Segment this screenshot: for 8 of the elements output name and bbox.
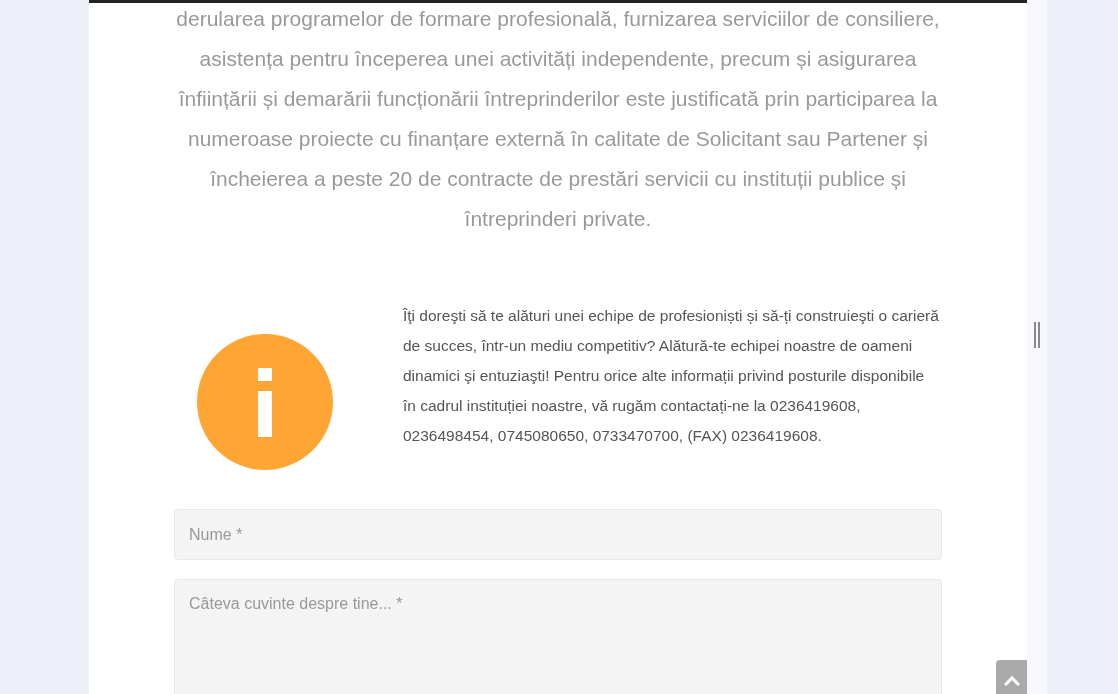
- careers-paragraph: Îţi doreşti să te alături unei echipe de profesioniști și să-ți construieşti o carieră de succes, într-un mediu competitiv? Alătură-te echipei noastre de oameni dinamici şi entuziaşti! Pentru orice alte informații privind posturile disponibile în cadrul instituției noastre, vă rugăm contactați-ne la 0236419608, 0236498454, 0745080650, 0733470700, (FAX) 0236419608.: [403, 306, 940, 446]
- scroll-top-button[interactable]: [996, 660, 1027, 694]
- message-field[interactable]: Câteva cuvinte despre tine... *: [174, 579, 942, 694]
- info-icon: [196, 333, 334, 471]
- name-field[interactable]: Nume *: [174, 509, 942, 560]
- chevron-up-icon: [1003, 676, 1020, 686]
- intro-paragraph: derularea programelor de formare profesională, furnizarea serviciilor de consiliere, asistența pentru începerea unei activități independente, precum și asigurarea înființării și demarării funcționării întreprinderilor este justificată prin participarea la numeroase proiecte cu finanțare externă în calitate de Solicitant sau Partener și încheierea a peste 20 de contracte de prestări servicii cu instituții publice și întreprinderi private.: [175, 6, 941, 232]
- resize-handle[interactable]: [1034, 322, 1040, 348]
